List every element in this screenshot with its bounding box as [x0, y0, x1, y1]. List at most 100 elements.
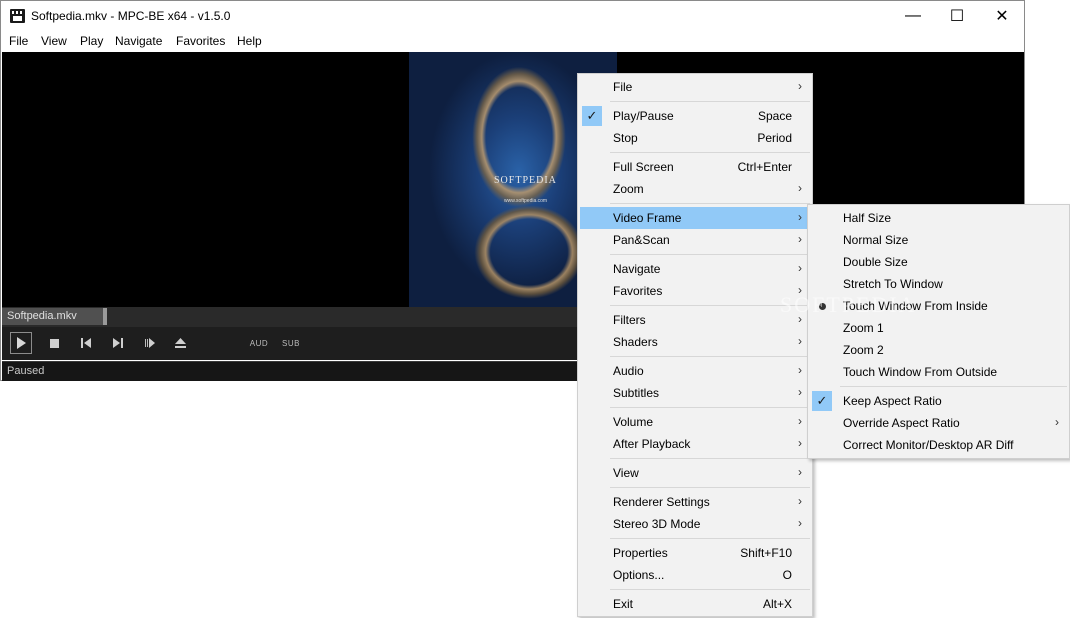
chevron-right-icon: ›	[798, 363, 802, 377]
menu-item-navigate[interactable]: Navigate ›	[580, 258, 810, 280]
menu-item-stop[interactable]: Stop Period	[580, 127, 810, 149]
status-text: Paused	[7, 365, 45, 377]
menu-item-zoom[interactable]: Zoom ›	[580, 178, 810, 200]
menu-help[interactable]: Help	[237, 34, 262, 48]
menu-separator	[610, 407, 810, 408]
submenu-item-half-size[interactable]: Half Size	[810, 207, 1067, 229]
menu-item-properties[interactable]: Properties Shift+F10	[580, 542, 810, 564]
minimize-icon: —	[905, 7, 921, 24]
menu-separator	[610, 458, 810, 459]
submenu-item-override-aspect-ratio[interactable]: Override Aspect Ratio ›	[810, 412, 1067, 434]
submenu-item-touch-window-from-inside[interactable]: Touch Window From Inside	[810, 295, 1067, 317]
seek-thumb[interactable]	[103, 308, 107, 325]
check-icon: ✓	[582, 106, 602, 126]
menu-navigate[interactable]: Navigate	[115, 34, 162, 48]
menu-item-favorites[interactable]: Favorites ›	[580, 280, 810, 302]
chevron-right-icon: ›	[798, 181, 802, 195]
menu-item-file[interactable]: File ›	[580, 76, 810, 98]
menu-item-full-screen[interactable]: Full Screen Ctrl+Enter	[580, 156, 810, 178]
chevron-right-icon: ›	[798, 494, 802, 508]
video-frame-submenu: Half Size Normal Size Double Size Stretc…	[807, 204, 1070, 459]
chevron-right-icon: ›	[798, 414, 802, 428]
context-menu: File › ✓ Play/Pause Space Stop Period Full …	[577, 73, 813, 617]
minimize-button[interactable]: —	[890, 1, 936, 31]
chevron-right-icon: ›	[798, 283, 802, 297]
skip-forward-icon	[113, 338, 123, 348]
menu-separator	[840, 386, 1067, 387]
menu-item-subtitles[interactable]: Subtitles ›	[580, 382, 810, 404]
stop-icon	[49, 338, 59, 348]
title-bar[interactable]: Softpedia.mkv - MPC-BE x64 - v1.5.0 — ☐ …	[1, 1, 1024, 31]
video-logo-text: SOFTPEDIA	[494, 175, 557, 186]
menu-item-video-frame[interactable]: Video Frame ›	[580, 207, 810, 229]
menu-item-view[interactable]: View ›	[580, 462, 810, 484]
subtitle-track-button[interactable]: SUB	[281, 332, 301, 354]
menu-separator	[610, 538, 810, 539]
menu-view[interactable]: View	[41, 34, 67, 48]
eject-button[interactable]	[172, 332, 188, 354]
submenu-item-zoom-2[interactable]: Zoom 2	[810, 339, 1067, 361]
play-button[interactable]	[10, 332, 32, 354]
chevron-right-icon: ›	[1055, 415, 1059, 429]
close-button[interactable]: ✕	[979, 1, 1025, 31]
chevron-right-icon: ›	[798, 261, 802, 275]
menu-separator	[610, 305, 810, 306]
chevron-right-icon: ›	[798, 385, 802, 399]
menu-file[interactable]: File	[9, 34, 28, 48]
menu-play[interactable]: Play	[80, 34, 103, 48]
submenu-item-keep-aspect-ratio[interactable]: ✓ Keep Aspect Ratio	[810, 390, 1067, 412]
menu-item-play-pause[interactable]: ✓ Play/Pause Space	[580, 105, 810, 127]
audio-track-button[interactable]: AUD	[249, 332, 269, 354]
submenu-item-zoom-1[interactable]: Zoom 1	[810, 317, 1067, 339]
menu-item-shaders[interactable]: Shaders ›	[580, 331, 810, 353]
submenu-item-normal-size[interactable]: Normal Size	[810, 229, 1067, 251]
menu-item-pan-scan[interactable]: Pan&Scan ›	[580, 229, 810, 251]
menu-item-options[interactable]: Options... O	[580, 564, 810, 586]
menu-item-renderer-settings[interactable]: Renderer Settings ›	[580, 491, 810, 513]
menu-separator	[610, 356, 810, 357]
menu-item-volume[interactable]: Volume ›	[580, 411, 810, 433]
menu-separator	[610, 487, 810, 488]
submenu-item-double-size[interactable]: Double Size	[810, 251, 1067, 273]
chevron-right-icon: ›	[798, 334, 802, 348]
stop-button[interactable]	[46, 332, 62, 354]
chevron-right-icon: ›	[798, 79, 802, 93]
video-url-text: www.softpedia.com	[504, 198, 548, 204]
clapperboard-icon	[10, 9, 25, 23]
frame-step-icon	[145, 338, 155, 348]
chevron-right-icon: ›	[798, 516, 802, 530]
maximize-button[interactable]: ☐	[934, 1, 980, 31]
menu-separator	[610, 254, 810, 255]
chevron-right-icon: ›	[798, 436, 802, 450]
window-title: Softpedia.mkv - MPC-BE x64 - v1.5.0	[31, 9, 231, 23]
chevron-right-icon: ›	[798, 312, 802, 326]
eject-icon	[174, 338, 186, 348]
menu-separator	[610, 101, 810, 102]
seek-file-label: Softpedia.mkv	[2, 308, 103, 325]
menu-favorites[interactable]: Favorites	[176, 34, 225, 48]
skip-back-icon	[81, 338, 91, 348]
frame-step-button[interactable]	[142, 332, 158, 354]
submenu-item-stretch-to-window[interactable]: Stretch To Window	[810, 273, 1067, 295]
maximize-icon: ☐	[949, 8, 965, 25]
menu-item-filters[interactable]: Filters ›	[580, 309, 810, 331]
chevron-right-icon: ›	[798, 210, 802, 224]
check-icon: ✓	[812, 391, 832, 411]
menu-item-audio[interactable]: Audio ›	[580, 360, 810, 382]
menu-bar: File View Play Navigate Favorites Help	[1, 31, 1024, 51]
menu-item-after-playback[interactable]: After Playback ›	[580, 433, 810, 455]
close-icon: ✕	[995, 8, 1009, 25]
menu-separator	[610, 152, 810, 153]
menu-separator	[610, 589, 810, 590]
submenu-item-touch-window-from-outside[interactable]: Touch Window From Outside	[810, 361, 1067, 383]
play-icon	[16, 337, 26, 349]
menu-item-stereo-3d-mode[interactable]: Stereo 3D Mode ›	[580, 513, 810, 535]
menu-item-exit[interactable]: Exit Alt+X	[580, 593, 810, 615]
chevron-right-icon: ›	[798, 465, 802, 479]
radio-dot-icon	[819, 303, 826, 310]
menu-separator	[610, 203, 810, 204]
chevron-right-icon: ›	[798, 232, 802, 246]
next-button[interactable]	[110, 332, 126, 354]
submenu-item-correct-monitor-ar-diff[interactable]: Correct Monitor/Desktop AR Diff	[810, 434, 1067, 456]
previous-button[interactable]	[78, 332, 94, 354]
